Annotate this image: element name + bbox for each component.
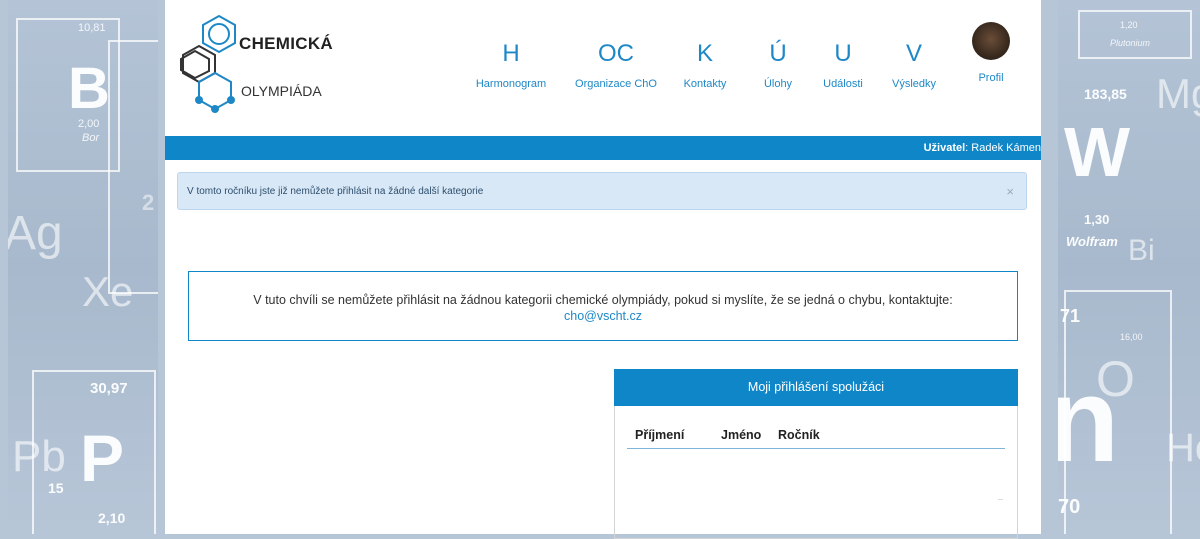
nav-letter: K: [696, 40, 713, 67]
tile-symbol: P: [80, 421, 125, 495]
element-tile: [1078, 10, 1192, 59]
panel-title: Moji přihlášení spolužáci: [614, 369, 1018, 406]
nav-udalosti[interactable]: U Události: [813, 40, 873, 90]
user-bar: Uživatel: Radek Kámen: [165, 136, 1041, 160]
info-alert: V tomto ročníku jste již nemůžete přihlá…: [177, 172, 1027, 210]
nav-profil[interactable]: Profil: [963, 22, 1019, 84]
alert-text: V tomto ročníku jste již nemůžete přihlá…: [187, 186, 484, 197]
registration-notice: V tuto chvíli se nemůžete přihlásit na ž…: [188, 271, 1018, 341]
tile-symbol: Ag: [8, 207, 63, 260]
tile-name: Plutonium: [1110, 38, 1151, 48]
molecule-logo-icon: [180, 14, 236, 113]
tile-symbol: W: [1064, 113, 1131, 191]
tile-symbol: He: [1166, 426, 1200, 470]
tile-number: 1,20: [1120, 20, 1138, 30]
scrollbar[interactable]: [998, 499, 1003, 500]
logo[interactable]: CHEMICKÁ OLYMPIÁDA: [171, 8, 351, 118]
nav-letter: U: [834, 40, 852, 67]
tile-symbol: B: [68, 56, 110, 121]
tile-number: 16,00: [1120, 332, 1143, 342]
logo-text: CHEMICKÁ: [239, 34, 334, 53]
column-header-year[interactable]: Ročník: [778, 428, 820, 442]
tile-number: 71: [1060, 306, 1081, 326]
tile-number: 30,97: [90, 380, 128, 397]
column-header-surname[interactable]: Příjmení: [635, 428, 684, 442]
classmates-panel: Moji přihlášení spolužáci Příjmení Jméno…: [614, 369, 1018, 539]
tile-number: 70: [1058, 496, 1081, 518]
tile-name: Wolfram: [1066, 234, 1118, 249]
user-label: Uživatel: [923, 142, 966, 154]
tile-symbol: Bi: [1128, 234, 1155, 267]
header-divider: [627, 448, 1005, 449]
notice-text: V tuto chvíli se nemůžete přihlásit na ž…: [253, 293, 953, 307]
nav-label: Kontakty: [683, 78, 727, 90]
background-right: 1,20 Plutonium 183,85 Mg W 1,30 Wolfram …: [1058, 0, 1200, 534]
nav-letter: OC: [598, 40, 634, 67]
tile-symbol-prefix: Pb: [12, 432, 66, 481]
nav-vysledky[interactable]: V Výsledky: [881, 40, 947, 90]
close-icon[interactable]: ×: [1006, 173, 1014, 211]
tile-subnumber: 2,00: [78, 118, 100, 130]
tile-number: 15: [48, 480, 64, 496]
nav-label: Organizace ChO: [575, 78, 657, 90]
tile-number: 183,85: [1084, 86, 1127, 102]
background-left: 10,81 B 2,00 Bor 2 Ag Xe 30,97 Pb P 15 2…: [8, 0, 158, 534]
nav-letter: V: [905, 40, 922, 67]
nav-kontakty[interactable]: K Kontakty: [675, 40, 735, 90]
tile-digit: 2: [142, 190, 155, 215]
tile-number: 1,30: [1084, 212, 1110, 227]
nav-letter: Ú: [769, 40, 787, 67]
nav-ulohy[interactable]: Ú Úlohy: [753, 40, 803, 90]
tile-number: 2,10: [98, 510, 126, 526]
nav-letter: H: [502, 40, 520, 67]
column-header-name[interactable]: Jméno: [721, 428, 761, 442]
nav-label: Události: [823, 78, 863, 90]
nav-organizace[interactable]: OC Organizace ChO: [571, 40, 661, 90]
logo-subtext: OLYMPIÁDA: [241, 83, 322, 99]
tile-name: Bor: [82, 132, 100, 144]
tile-number: 10,81: [78, 22, 106, 34]
tile-symbol: Xe: [82, 268, 134, 315]
contact-email-link[interactable]: cho@vscht.cz: [564, 309, 642, 323]
nav-label: Harmonogram: [475, 78, 547, 90]
nav-label: Výsledky: [891, 78, 937, 90]
nav-label: Úlohy: [763, 78, 793, 90]
user-name: : Radek Kámen: [965, 142, 1041, 154]
tile-symbol: Mg: [1156, 70, 1200, 117]
nav-harmonogram[interactable]: H Harmonogram: [471, 40, 551, 90]
element-tile: [108, 40, 158, 294]
tile-symbol: n: [1058, 353, 1120, 487]
avatar: [972, 22, 1010, 60]
main-page: CHEMICKÁ OLYMPIÁDA H Harmonogram OC Orga…: [165, 0, 1041, 539]
nav-label: Profil: [978, 72, 1004, 84]
